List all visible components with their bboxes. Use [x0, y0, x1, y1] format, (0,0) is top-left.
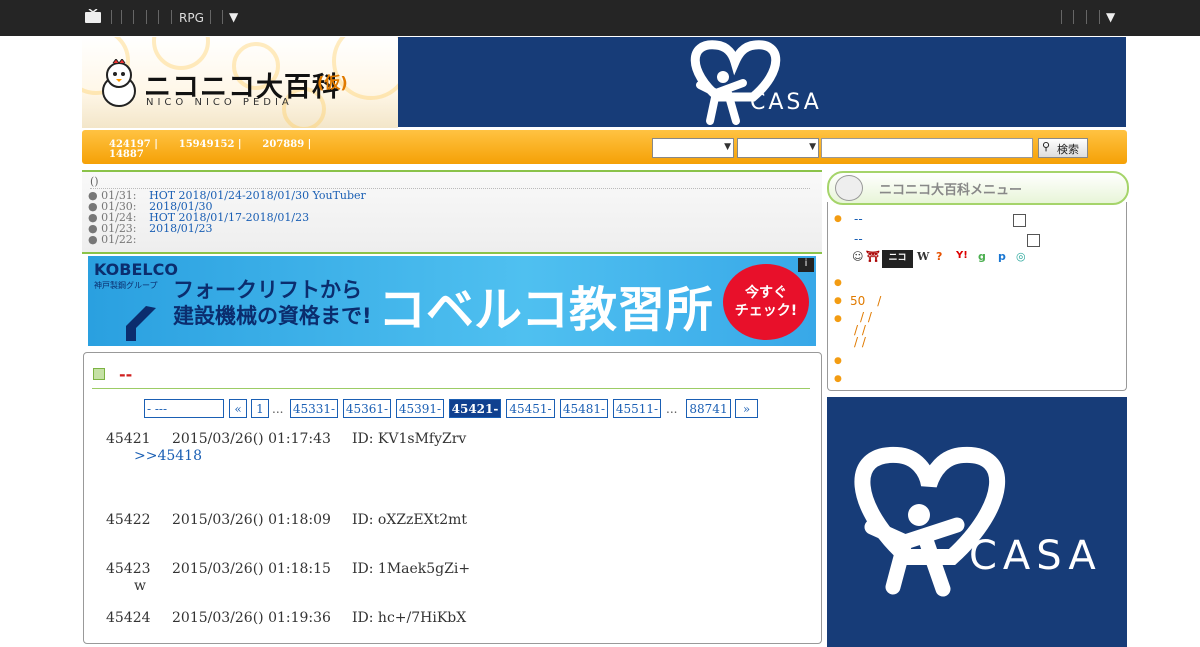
tv-icon[interactable] — [84, 9, 102, 23]
res-id[interactable]: ID: 1Maek5gZi+ — [352, 561, 470, 577]
account-dropdown-arrow[interactable]: ▼ — [1106, 10, 1115, 24]
res-id[interactable]: ID: hc+/7HiKbX — [352, 610, 466, 626]
search-type-select[interactable]: ▼ — [652, 138, 734, 158]
external-site-icon[interactable]: ☺ — [852, 250, 863, 268]
search-target-select[interactable]: ▼ — [737, 138, 819, 158]
ad-line-2: 建設機械の資格まで! — [173, 304, 372, 328]
page-link[interactable]: 45451- — [506, 399, 555, 418]
sidebar-item-50[interactable]: 50 / — [850, 292, 881, 309]
mascot-icon — [102, 59, 136, 107]
search-nav-bar: 424197 | 15949152 | 207889 | 14887 ▼ ▼ ⚲… — [82, 130, 1127, 164]
page-jump-select[interactable]: - --- — [144, 399, 224, 418]
casa-logo: CASA — [690, 40, 822, 125]
site-stats: 424197 | 15949152 | 207889 | 14887 — [109, 140, 339, 160]
news-box: () ● 01/31: HOT 2018/01/24-2018/01/30 You… — [82, 170, 822, 254]
sidebar-link-1[interactable]: -- — [854, 212, 863, 226]
res-anchor-link[interactable]: >>45418 — [134, 448, 202, 464]
magnifier-icon: ⚲ — [1042, 140, 1051, 153]
res-number[interactable]: 45421 — [106, 431, 151, 447]
chevron-down-icon: ▼ — [809, 142, 816, 152]
res-datetime: 2015/03/26() 01:19:36 — [172, 610, 331, 626]
niconico-icon[interactable]: ニコ — [882, 250, 913, 268]
section-square-icon — [93, 368, 105, 380]
news-header: () — [90, 175, 99, 188]
hatena-icon[interactable]: ? — [936, 250, 942, 268]
kobelco-brand: KOBELCO — [94, 260, 178, 279]
pixiv-icon[interactable]: p — [998, 250, 1006, 268]
sidebar-item-slashes[interactable]: / / — [860, 310, 872, 324]
forklift-icon — [101, 306, 156, 341]
chevron-down-icon: ▼ — [724, 142, 731, 152]
cta-line-1: 今すぐ — [745, 285, 787, 301]
res-id[interactable]: ID: oXZzEXt2mt — [352, 512, 467, 528]
sidebar-link-2[interactable]: -- — [854, 232, 863, 246]
tv-small-icon[interactable] — [1013, 214, 1026, 227]
search-input[interactable] — [821, 138, 1033, 158]
top-bar: RPG ▼ ▼ — [0, 0, 1200, 36]
yahoo-icon[interactable]: Y! — [956, 250, 968, 268]
menu-dropdown-arrow[interactable]: ▼ — [229, 10, 238, 24]
casa-logo-large: CASA — [854, 446, 1102, 597]
rpg-link[interactable]: RPG — [179, 11, 204, 25]
search-button-label: 検索 — [1057, 143, 1079, 156]
page-prev[interactable]: « — [229, 399, 247, 418]
page-last[interactable]: 88741 — [686, 399, 731, 418]
news-list: ● 01/31: HOT 2018/01/24-2018/01/30 YouTub… — [88, 190, 366, 245]
ad-info-icon[interactable]: i — [798, 258, 814, 272]
res-number[interactable]: 45424 — [106, 610, 151, 626]
ad-cta-badge[interactable]: 今すぐ チェック! — [723, 264, 809, 340]
res-number[interactable]: 45422 — [106, 512, 151, 528]
sidebar-menu-title: ニコニコ大百科メニュー — [879, 183, 1023, 198]
page-next[interactable]: » — [735, 399, 758, 418]
stats-line-2: 14887 — [109, 149, 144, 160]
right-banner-ad[interactable]: CASA — [827, 397, 1127, 647]
logo-tentative: (仮) — [317, 73, 348, 92]
page-link[interactable]: 45511- — [613, 399, 661, 418]
page-ellipsis: ... — [666, 402, 678, 416]
site-logo-area[interactable]: ニコニコ大百科 (仮) NICO NICO PEDIA — [82, 37, 398, 128]
page-current: 45421- — [449, 399, 501, 418]
top-banner-ad[interactable]: CASA — [398, 37, 1126, 127]
casa-brand-text: CASA — [750, 90, 822, 115]
page-link[interactable]: 45331- — [290, 399, 338, 418]
sidebar-menu: ● -- -- ☺ ⛩ ニコ W ? Y! g p ◎ ● ● 50 / ● /… — [827, 202, 1127, 391]
news-item[interactable]: ● 01/22: — [88, 234, 366, 245]
casa-brand-text-large: CASA — [969, 533, 1102, 579]
page-link[interactable]: 45481- — [560, 399, 608, 418]
sidebar-menu-header: ニコニコ大百科メニュー — [827, 171, 1129, 205]
page-ellipsis: ... — [272, 402, 284, 416]
google-icon[interactable]: g — [978, 250, 986, 268]
logo-subtitle: NICO NICO PEDIA — [146, 97, 293, 108]
page-link[interactable]: 45391- — [396, 399, 444, 418]
external-site-icon[interactable]: ⛩ — [866, 250, 880, 268]
res-number[interactable]: 45423 — [106, 561, 151, 577]
kobelco-ad[interactable]: KOBELCO 神戸製鋼グループ フォークリフトから 建設機械の資格まで! コベ… — [88, 256, 816, 346]
res-datetime: 2015/03/26() 01:17:43 — [172, 431, 331, 447]
res-id[interactable]: ID: KV1sMfyZrv — [352, 431, 466, 447]
sidebar-item-slashes[interactable]: / / — [854, 335, 866, 349]
res-datetime: 2015/03/26() 01:18:09 — [172, 512, 331, 528]
hand-icon[interactable]: ◎ — [1016, 250, 1026, 268]
kobelco-sub: 神戸製鋼グループ — [94, 281, 158, 290]
search-button[interactable]: ⚲ 検索 — [1038, 138, 1088, 158]
ad-headline: コベルコ教習所 — [378, 282, 714, 338]
res-body: w — [134, 578, 146, 594]
tv-small-icon[interactable] — [1027, 234, 1040, 247]
menu-logo-icon — [835, 175, 863, 201]
wikipedia-icon[interactable]: W — [917, 250, 929, 268]
page-link[interactable]: 45361- — [343, 399, 391, 418]
bbs-title: -- — [119, 365, 133, 384]
cta-line-2: チェック! — [734, 303, 798, 319]
res-datetime: 2015/03/26() 01:18:15 — [172, 561, 331, 577]
bbs-panel: -- - --- « 1 ... 45331- 45361- 45391- 45… — [83, 352, 822, 644]
page-link[interactable]: 1 — [251, 399, 269, 418]
